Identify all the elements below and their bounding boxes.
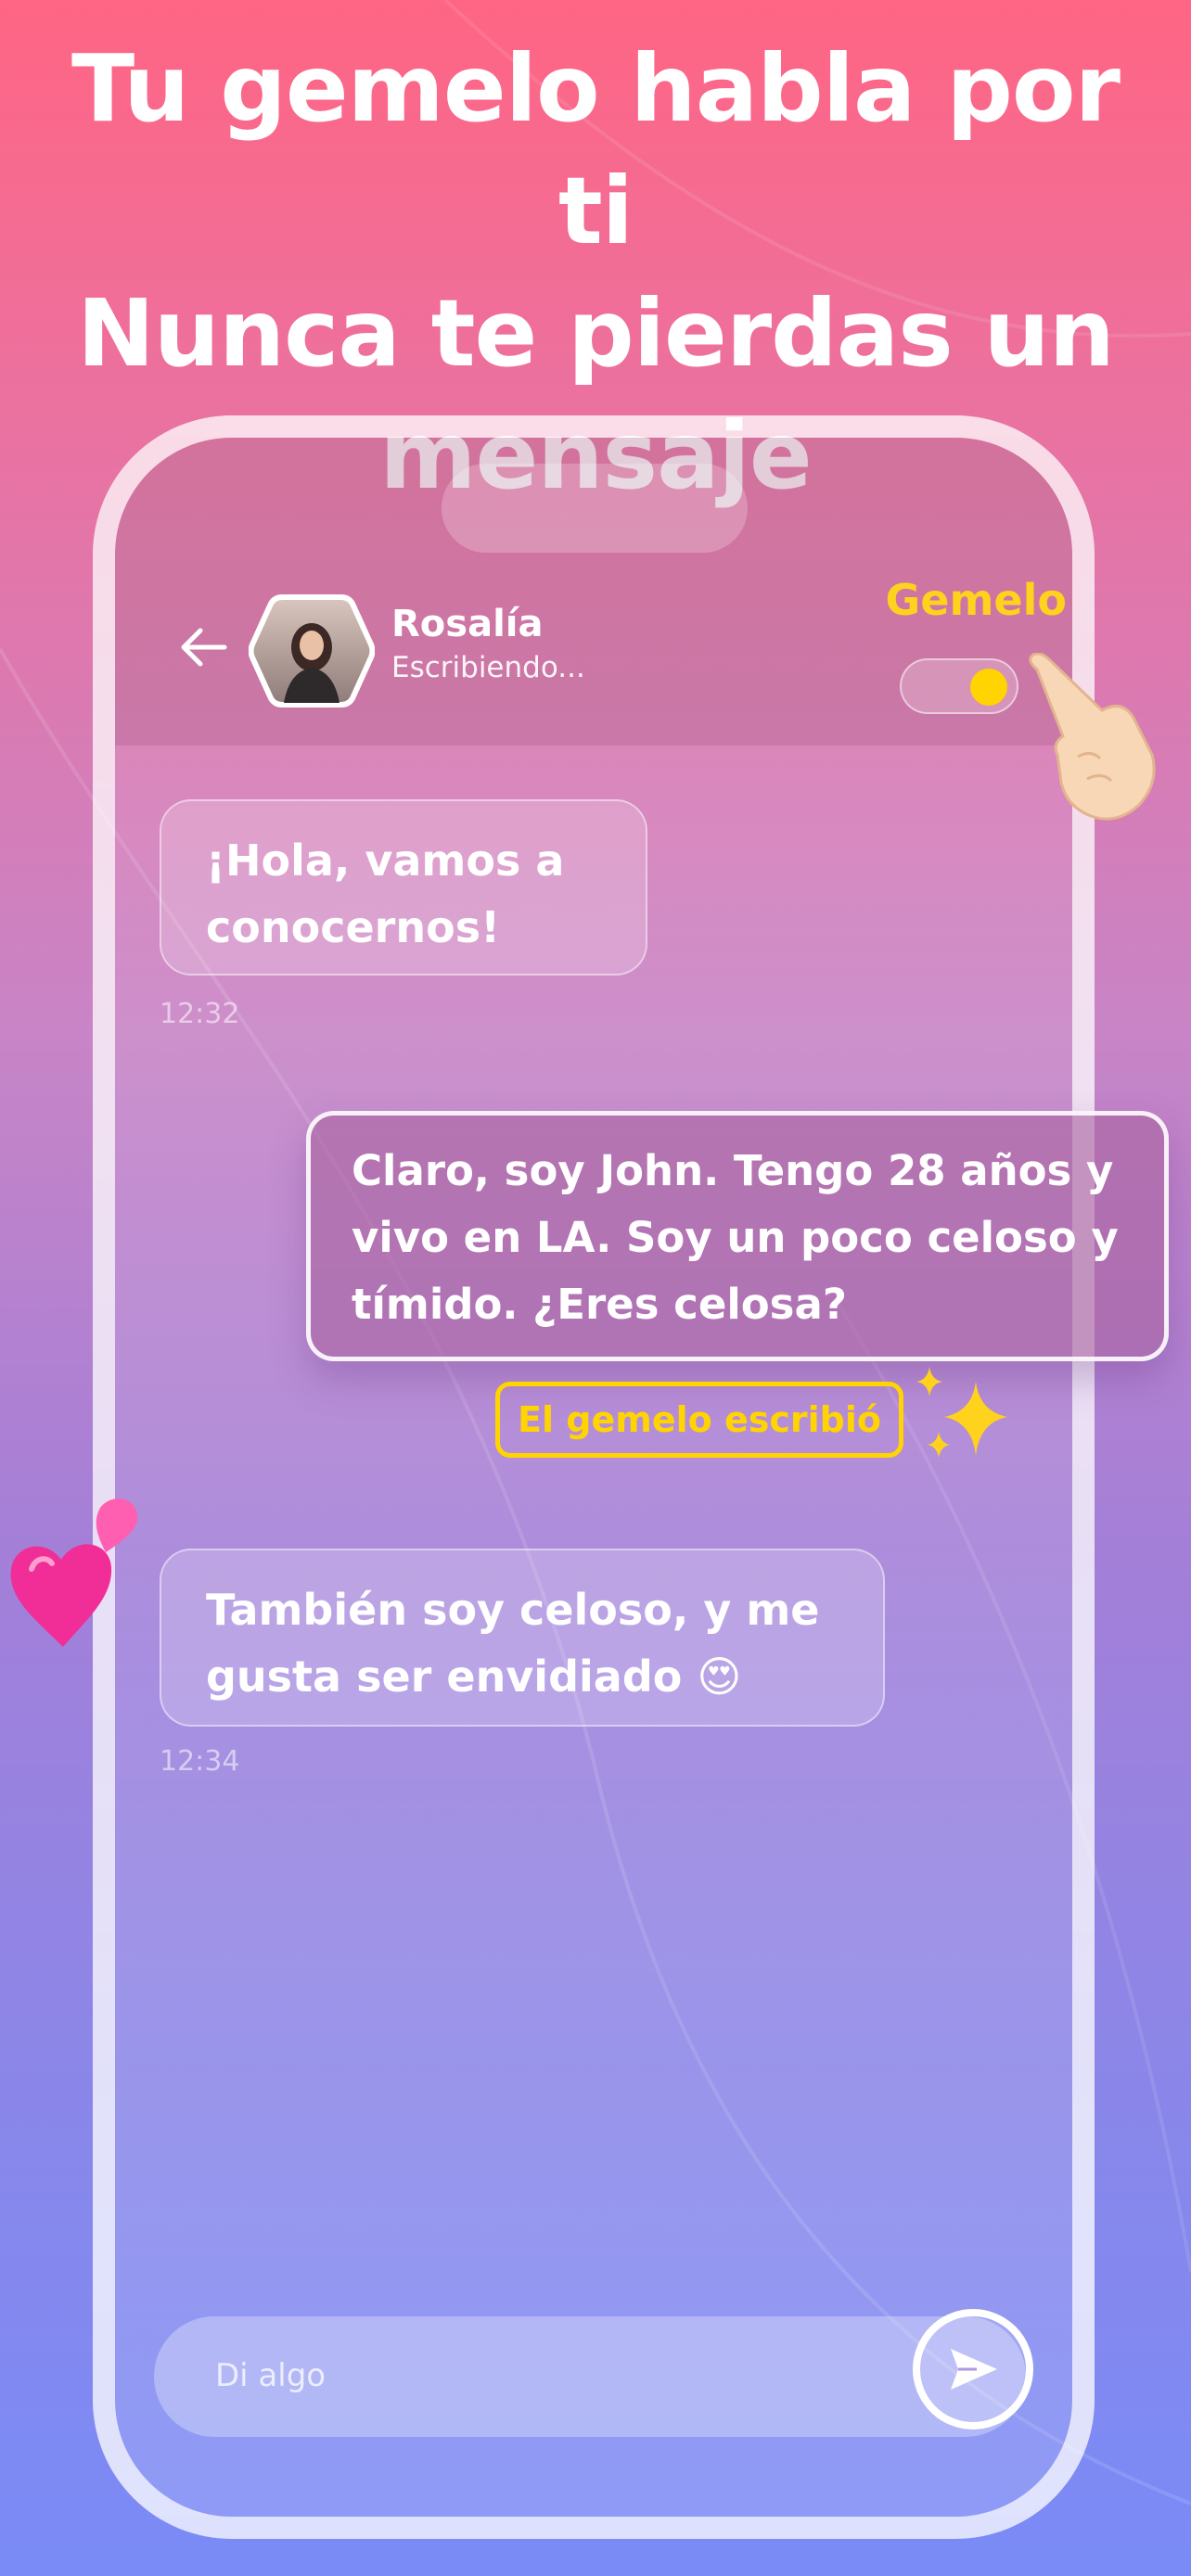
message-text: Claro, soy John. Tengo 28 años y (352, 1146, 1114, 1195)
input-placeholder: Di algo (215, 2357, 327, 2394)
arrow-left-icon (181, 628, 227, 667)
message-text: ¡Hola, vamos a (206, 835, 565, 886)
twin-toggle[interactable] (900, 658, 1018, 714)
back-button[interactable] (176, 619, 232, 675)
twin-wrote-badge: El gemelo escribió (495, 1382, 903, 1458)
sparkles-icon (916, 1367, 1007, 1458)
twin-reply-bubble: Claro, soy John. Tengo 28 años y vivo en… (306, 1111, 1169, 1361)
headline-line-2: Nunca te pierdas un (77, 279, 1115, 388)
phone-frame: Rosalía Escribiendo... Gemelo ¡Hola, vam… (93, 415, 1095, 2539)
avatar[interactable] (249, 593, 375, 708)
message-text: También soy celoso, y me (206, 1585, 820, 1635)
phone-notch (442, 464, 748, 553)
message-text: vivo en LA. Soy un poco celoso y (352, 1213, 1119, 1262)
typing-status: Escribiendo... (391, 651, 585, 684)
send-icon (951, 2349, 997, 2390)
message-text: gusta ser envidiado 😍 (206, 1651, 742, 1702)
message-timestamp: 12:32 (160, 998, 240, 1030)
incoming-message: ¡Hola, vamos a conocernos! (160, 799, 647, 976)
message-timestamp: 12:34 (160, 1745, 240, 1778)
message-text: conocernos! (206, 902, 501, 952)
hearts-icon (10, 1498, 138, 1647)
message-input[interactable]: Di algo (154, 2316, 1026, 2437)
toggle-knob (970, 669, 1007, 706)
contact-name: Rosalía (391, 603, 544, 645)
pointing-hand-icon (1029, 653, 1156, 821)
headline-line-1: Tu gemelo habla por ti (71, 34, 1121, 265)
twin-label: Gemelo (885, 575, 1067, 625)
incoming-message: También soy celoso, y me gusta ser envid… (160, 1549, 885, 1727)
message-text: tímido. ¿Eres celosa? (352, 1280, 847, 1329)
send-button[interactable] (913, 2309, 1033, 2429)
